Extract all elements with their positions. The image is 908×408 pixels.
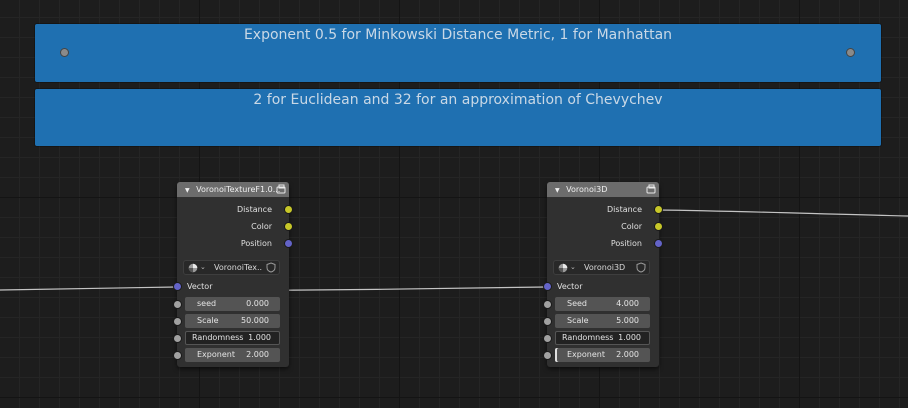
node-tree-selector[interactable]: ⌄ Voronoi3D (553, 260, 650, 275)
collapse-arrow-icon[interactable]: ▼ (185, 187, 190, 194)
scale-field[interactable]: Scale 5.000 (555, 314, 650, 328)
input-randomness: Randomness 1.000 (543, 329, 659, 346)
chevron-down-icon: ⌄ (570, 263, 576, 271)
frame-label: 2 for Euclidean and 32 for an approximat… (253, 92, 663, 108)
exponent-field[interactable]: Exponent 2.000 (185, 348, 280, 362)
node-title: VoronoiTextureF1.0... (196, 185, 281, 194)
input-vector: Vector (543, 278, 659, 295)
socket-distance-out[interactable] (654, 205, 663, 214)
socket-exponent-in[interactable] (173, 351, 182, 360)
input-scale: Scale 50.000 (173, 312, 289, 329)
randomness-field[interactable]: Randomness 1.000 (185, 331, 280, 345)
collapse-arrow-icon[interactable]: ▼ (555, 187, 560, 194)
socket-position-out[interactable] (654, 239, 663, 248)
output-distance: Distance (177, 201, 293, 218)
socket-vector-in[interactable] (543, 282, 552, 291)
exponent-field[interactable]: Exponent 2.000 (555, 348, 650, 362)
socket-position-out[interactable] (284, 239, 293, 248)
socket-distance-out[interactable] (284, 205, 293, 214)
field-label: Scale (197, 316, 219, 325)
output-label: Color (621, 222, 642, 231)
socket-color-out[interactable] (654, 222, 663, 231)
output-position: Position (177, 235, 293, 252)
output-distance: Distance (547, 201, 663, 218)
output-label: Position (610, 239, 642, 248)
field-label: Seed (567, 299, 587, 308)
input-exponent: Exponent 2.000 (173, 346, 289, 363)
output-label: Distance (607, 205, 642, 214)
node-tree-name: Voronoi3D (584, 263, 626, 272)
field-value: 4.000 (616, 299, 639, 308)
output-label: Position (240, 239, 272, 248)
link-left-to-voronoi-f1-vector (0, 286, 177, 291)
socket-randomness-in[interactable] (173, 334, 182, 343)
field-label: Exponent (567, 350, 605, 359)
frame-comment-euclidean[interactable]: 2 for Euclidean and 32 for an approximat… (35, 89, 881, 146)
field-label: Randomness (562, 333, 614, 342)
fake-user-shield-icon[interactable] (266, 262, 276, 273)
node-tree-selector-row: ⌄ VoronoiTex... (177, 256, 289, 278)
field-value: 2.000 (616, 350, 639, 359)
frame-resize-handle-right[interactable] (846, 48, 855, 57)
link-voronoi3d-distance-out (656, 209, 908, 217)
field-value: 1.000 (248, 333, 271, 342)
scale-field[interactable]: Scale 50.000 (185, 314, 280, 328)
input-seed: Seed 4.000 (543, 295, 659, 312)
frame-comment-minkowski[interactable]: Exponent 0.5 for Minkowski Distance Metr… (35, 24, 881, 82)
socket-seed-in[interactable] (173, 300, 182, 309)
input-scale: Scale 5.000 (543, 312, 659, 329)
socket-color-out[interactable] (284, 222, 293, 231)
output-position: Position (547, 235, 663, 252)
output-color: Color (547, 218, 663, 235)
socket-randomness-in[interactable] (543, 334, 552, 343)
field-value: 50.000 (241, 316, 269, 325)
input-vector: Vector (173, 278, 289, 295)
socket-scale-in[interactable] (173, 317, 182, 326)
node-tree-selector-row: ⌄ Voronoi3D (547, 256, 659, 278)
seed-field[interactable]: seed 0.000 (185, 297, 280, 311)
node-voronoi3d[interactable]: ▼ Voronoi3D Distance Color Position ⌄ Vo… (543, 182, 663, 367)
input-label: Vector (187, 282, 213, 291)
node-title: Voronoi3D (566, 185, 608, 194)
node-header[interactable]: ▼ Voronoi3D (547, 182, 659, 197)
field-label: Randomness (192, 333, 244, 342)
field-value: 0.000 (246, 299, 269, 308)
sphere-icon (558, 263, 568, 273)
output-color: Color (177, 218, 293, 235)
field-label: Scale (567, 316, 589, 325)
output-label: Color (251, 222, 272, 231)
socket-exponent-in[interactable] (543, 351, 552, 360)
socket-vector-in[interactable] (173, 282, 182, 291)
seed-field[interactable]: Seed 4.000 (555, 297, 650, 311)
node-tree-name: VoronoiTex... (214, 263, 262, 272)
input-seed: seed 0.000 (173, 295, 289, 312)
socket-scale-in[interactable] (543, 317, 552, 326)
socket-seed-in[interactable] (543, 300, 552, 309)
sphere-icon (188, 263, 198, 273)
node-tree-selector[interactable]: ⌄ VoronoiTex... (183, 260, 280, 275)
node-voronoi-texture-f1[interactable]: ▼ VoronoiTextureF1.0... Distance Color P… (173, 182, 293, 367)
input-exponent: Exponent 2.000 (543, 346, 659, 363)
field-label: Exponent (197, 350, 235, 359)
fake-user-shield-icon[interactable] (636, 262, 646, 273)
input-label: Vector (557, 282, 583, 291)
field-label: seed (197, 299, 217, 308)
frame-label: Exponent 0.5 for Minkowski Distance Metr… (243, 27, 673, 43)
chevron-down-icon: ⌄ (200, 263, 206, 271)
node-group-icon (646, 184, 656, 194)
frame-resize-handle-left[interactable] (60, 48, 69, 57)
field-value: 2.000 (246, 350, 269, 359)
node-group-icon (276, 184, 286, 194)
node-header[interactable]: ▼ VoronoiTextureF1.0... (177, 182, 289, 197)
randomness-field[interactable]: Randomness 1.000 (555, 331, 650, 345)
input-randomness: Randomness 1.000 (173, 329, 289, 346)
output-label: Distance (237, 205, 272, 214)
field-value: 1.000 (618, 333, 641, 342)
field-value: 5.000 (616, 316, 639, 325)
